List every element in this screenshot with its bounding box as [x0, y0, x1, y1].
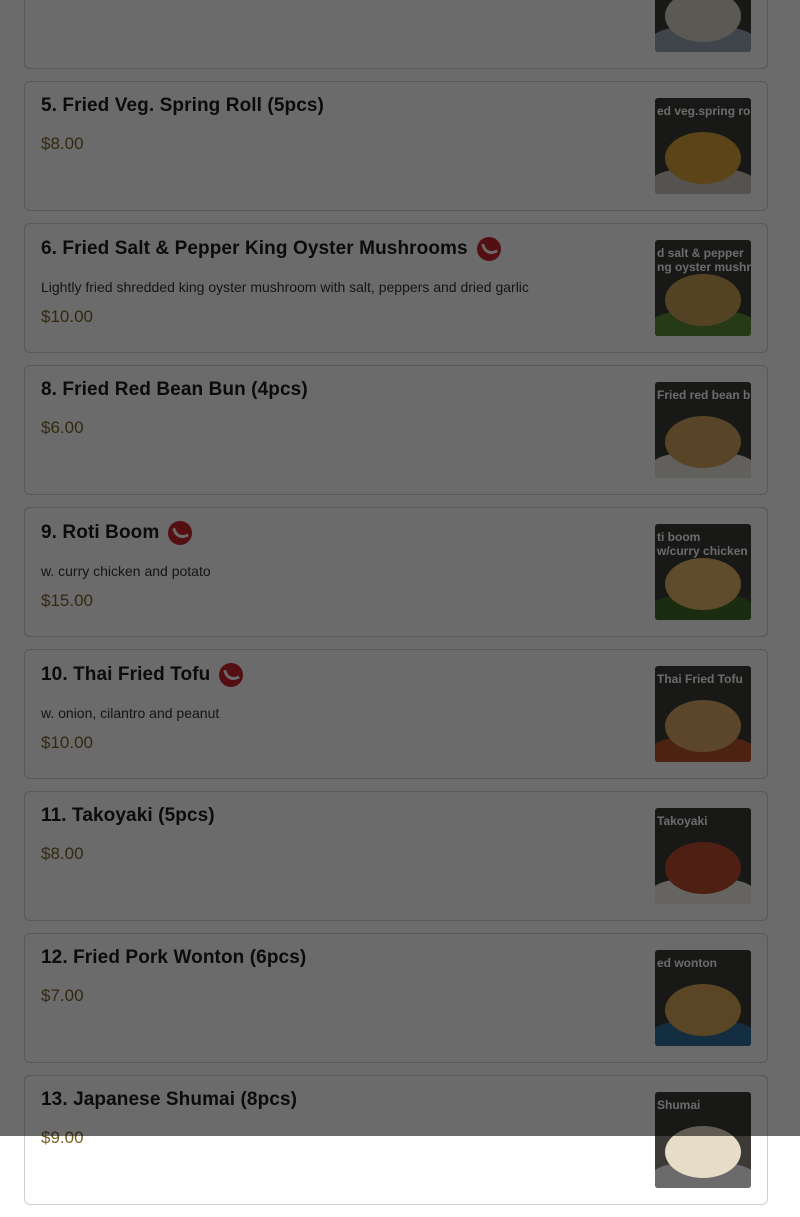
modal-backdrop-overlay[interactable] [0, 0, 800, 1136]
